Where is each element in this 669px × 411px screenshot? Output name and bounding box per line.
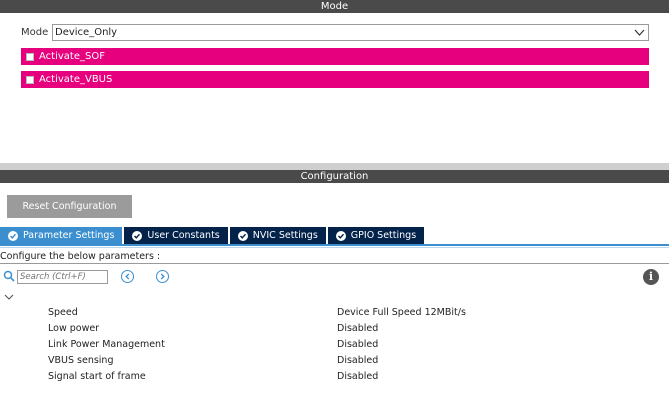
check-circle-icon (8, 230, 18, 241)
parameter-name: Low power (48, 323, 100, 334)
check-circle-icon (335, 230, 346, 241)
info-icon[interactable]: i (643, 269, 659, 285)
mode-dropdown-value: Device_Only (55, 27, 118, 38)
search-icon[interactable] (3, 270, 15, 282)
chevron-left-icon (125, 273, 130, 280)
tab-nvic-settings[interactable]: NVIC Settings (229, 227, 326, 244)
parameter-value[interactable]: Disabled (337, 355, 378, 366)
parameter-value[interactable]: Disabled (337, 323, 378, 334)
parameter-value[interactable]: Disabled (337, 339, 378, 350)
search-previous-button[interactable] (121, 270, 134, 283)
parameter-row-link-power-management[interactable]: Link Power Management Disabled (48, 339, 648, 355)
chevron-right-icon (160, 273, 165, 280)
activate-sof-row[interactable]: Activate_SOF (21, 48, 649, 65)
tab-user-constants[interactable]: User Constants (124, 227, 228, 244)
configuration-section-header: Configuration (0, 170, 669, 183)
parameter-name: Signal start of frame (48, 371, 146, 382)
search-next-button[interactable] (156, 270, 169, 283)
parameter-row-low-power[interactable]: Low power Disabled (48, 323, 648, 339)
search-input[interactable] (17, 270, 108, 284)
reset-configuration-button[interactable]: Reset Configuration (7, 195, 132, 218)
chevron-down-icon (634, 29, 645, 36)
check-circle-icon (132, 230, 143, 241)
tab-label: Parameter Settings (23, 230, 115, 241)
tab-label: NVIC Settings (252, 230, 318, 241)
parameter-value[interactable]: Device Full Speed 12MBit/s (337, 307, 466, 318)
mode-section-header: Mode (0, 0, 669, 13)
check-circle-icon (237, 230, 248, 241)
parameter-row-speed[interactable]: Speed Device Full Speed 12MBit/s (48, 307, 648, 323)
tab-gpio-settings[interactable]: GPIO Settings (327, 227, 425, 244)
activate-vbus-row[interactable]: Activate_VBUS (21, 71, 649, 88)
divider (0, 263, 669, 264)
activate-vbus-label: Activate_VBUS (39, 74, 113, 85)
mode-label: Mode (21, 27, 49, 38)
activate-sof-checkbox[interactable] (26, 52, 34, 61)
tab-label: GPIO Settings (350, 230, 417, 241)
chevron-down-icon[interactable] (4, 293, 14, 301)
tab-underline (0, 244, 669, 246)
parameter-row-vbus-sensing[interactable]: VBUS sensing Disabled (48, 355, 648, 371)
configure-instruction: Configure the below parameters : (0, 251, 161, 262)
tab-label: User Constants (147, 230, 220, 241)
activate-vbus-checkbox[interactable] (26, 75, 34, 84)
parameter-name: Speed (48, 307, 78, 318)
config-tabs: Parameter Settings User Constants NVIC S… (0, 227, 426, 244)
parameter-row-signal-start-of-frame[interactable]: Signal start of frame Disabled (48, 371, 648, 387)
parameter-name: VBUS sensing (48, 355, 114, 366)
tab-parameter-settings[interactable]: Parameter Settings (0, 227, 123, 244)
tab-underline-light (0, 247, 669, 248)
parameter-value[interactable]: Disabled (337, 371, 378, 382)
mode-dropdown[interactable]: Device_Only (52, 24, 649, 41)
parameter-name: Link Power Management (48, 339, 165, 350)
activate-sof-label: Activate_SOF (39, 51, 105, 62)
section-divider[interactable] (0, 163, 669, 170)
